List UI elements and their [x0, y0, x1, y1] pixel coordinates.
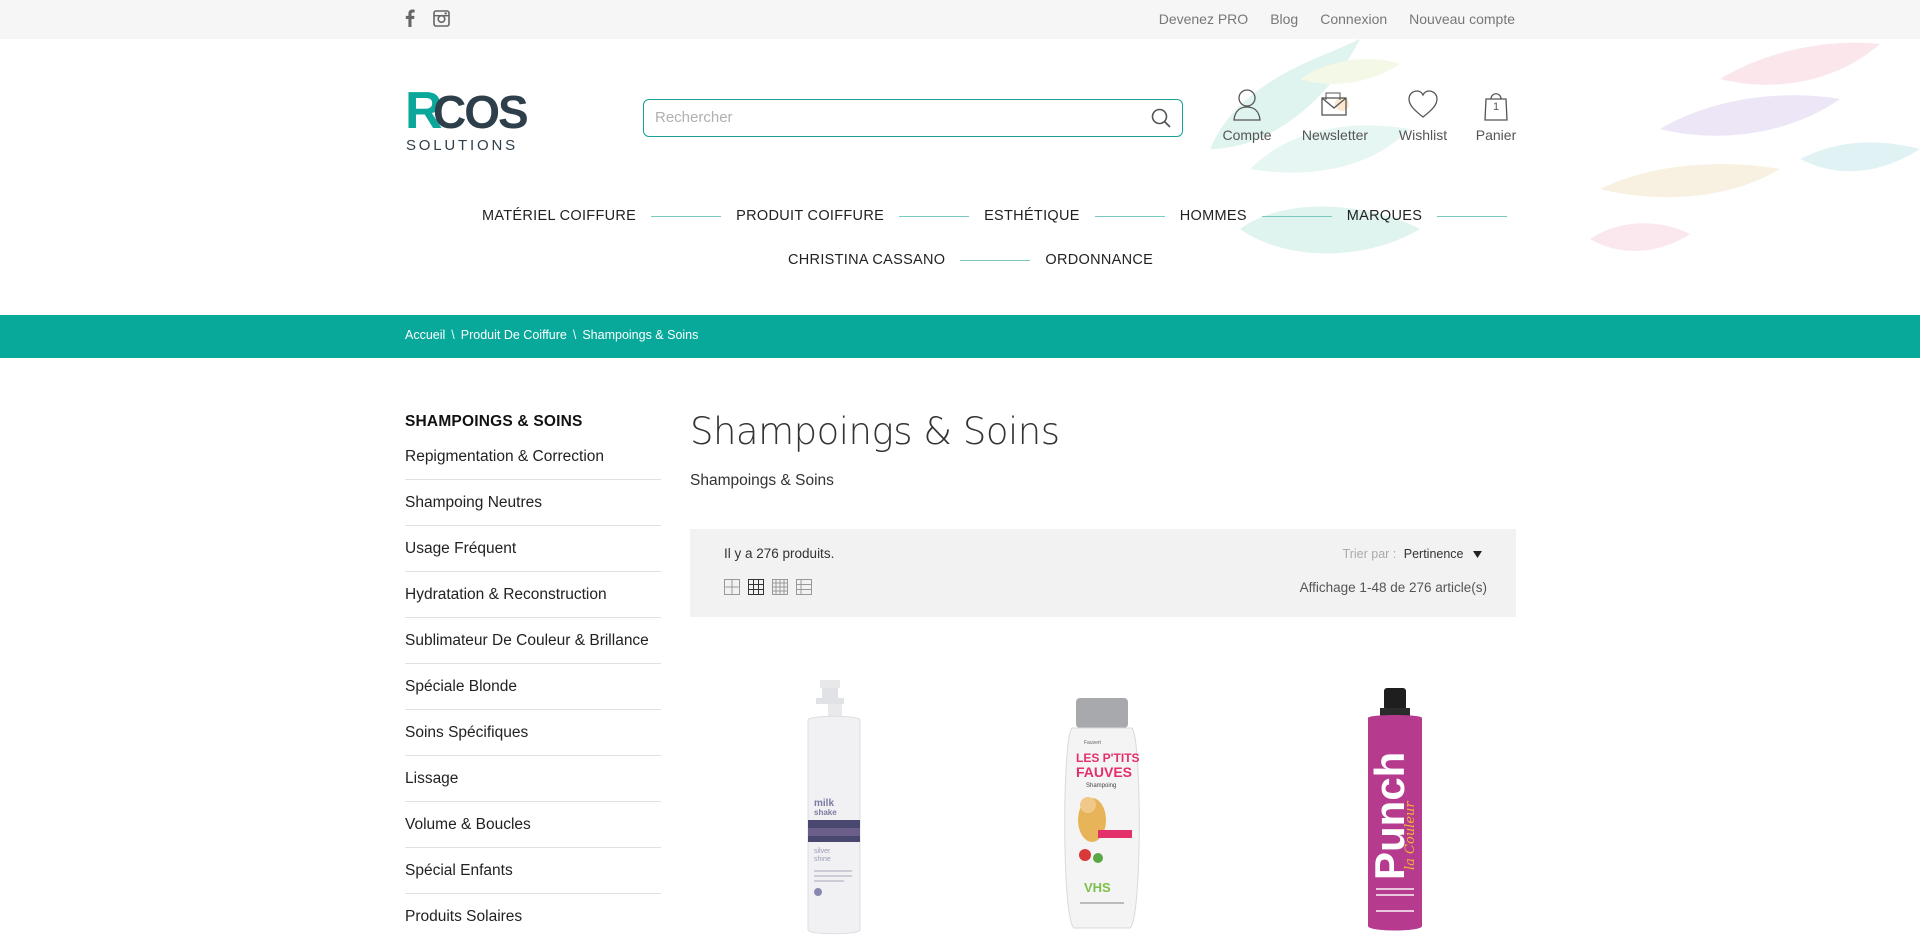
new-account-link[interactable]: Nouveau compte	[1409, 11, 1515, 27]
product-card[interactable]: Punch la Couleur	[1262, 680, 1512, 937]
list-view-icon[interactable]	[796, 579, 812, 595]
svg-text:LES P'TITS: LES P'TITS	[1076, 751, 1140, 765]
grid-view-switcher	[724, 579, 812, 595]
top-links: Devenez PRO Blog Connexion Nouveau compt…	[1159, 11, 1515, 27]
become-pro-link[interactable]: Devenez PRO	[1159, 11, 1248, 27]
nav-ordonnance[interactable]: ORDONNANCE	[1045, 252, 1153, 268]
search-box	[643, 99, 1183, 137]
product-grid: milk shake silver shine Fauvert LES P'TI…	[690, 680, 1516, 937]
wishlist-button[interactable]: Wishlist	[1396, 88, 1450, 143]
blog-link[interactable]: Blog	[1270, 11, 1298, 27]
nav-materiel-coiffure[interactable]: MATÉRIEL COIFFURE	[482, 208, 636, 224]
page-title: Shampoings & Soins	[690, 410, 1060, 453]
breadcrumb-separator: \	[572, 328, 577, 342]
pagination-summary: Affichage 1-48 de 276 article(s)	[1299, 580, 1487, 595]
heart-icon	[1396, 88, 1450, 122]
nav-divider	[960, 259, 1031, 261]
login-link[interactable]: Connexion	[1320, 11, 1387, 27]
account-button[interactable]: Compte	[1222, 88, 1272, 143]
product-card[interactable]: Fauvert LES P'TITS FAUVES Shampoing VHS	[980, 680, 1230, 937]
nav-divider	[899, 215, 970, 217]
social-links	[405, 9, 450, 32]
instagram-icon[interactable]	[433, 9, 450, 32]
grid-4-icon[interactable]	[772, 579, 788, 595]
sidebar-item-repigmentation[interactable]: Repigmentation & Correction	[405, 441, 661, 480]
bag-icon: 1	[1474, 88, 1518, 122]
svg-text:shake: shake	[814, 808, 837, 817]
svg-text:Fauvert: Fauvert	[1084, 740, 1102, 746]
product-count: Il y a 276 produits.	[724, 546, 835, 561]
nav-hommes[interactable]: HOMMES	[1180, 208, 1247, 224]
sidebar-item-lissage[interactable]: Lissage	[405, 756, 661, 802]
svg-text:la Couleur: la Couleur	[1403, 801, 1418, 870]
sidebar-item-hydratation[interactable]: Hydratation & Reconstruction	[405, 572, 661, 618]
cart-count-badge: 1	[1492, 101, 1500, 113]
category-description: Shampoings & Soins	[690, 472, 834, 489]
search-input[interactable]	[655, 100, 1125, 134]
sidebar-item-shampoing-neutres[interactable]: Shampoing Neutres	[405, 480, 661, 526]
product-card[interactable]: milk shake silver shine	[720, 680, 970, 937]
newsletter-button[interactable]: Newsletter	[1300, 88, 1370, 143]
svg-text:silver: silver	[814, 848, 831, 855]
category-sidebar: SHAMPOINGS & SOINS Repigmentation & Corr…	[405, 413, 661, 937]
subcategory-list: Repigmentation & Correction Shampoing Ne…	[405, 441, 661, 937]
product-image[interactable]: Punch la Couleur	[1262, 680, 1512, 937]
svg-text:SOLUTIONS: SOLUTIONS	[406, 137, 518, 154]
svg-text:FAUVES: FAUVES	[1076, 764, 1132, 780]
nav-christina-cassano[interactable]: CHRISTINA CASSANO	[788, 252, 945, 268]
nav-divider	[1094, 215, 1165, 217]
newsletter-label: Newsletter	[1301, 127, 1369, 143]
sort-label: Trier par :	[1342, 547, 1397, 561]
svg-text:Shampoing: Shampoing	[1086, 783, 1116, 789]
grid-3-icon[interactable]	[748, 579, 764, 595]
sidebar-item-produits-solaires[interactable]: Produits Solaires	[405, 894, 661, 937]
wishlist-label: Wishlist	[1398, 127, 1448, 143]
svg-text:COS: COS	[433, 86, 527, 138]
sidebar-item-special-enfants[interactable]: Spécial Enfants	[405, 848, 661, 894]
product-image[interactable]: Fauvert LES P'TITS FAUVES Shampoing VHS	[980, 680, 1230, 937]
grid-2-icon[interactable]	[724, 579, 740, 595]
breadcrumb-current[interactable]: Shampoings & Soins	[582, 328, 698, 342]
search-icon[interactable]	[1150, 107, 1172, 129]
sidebar-item-volume-boucles[interactable]: Volume & Boucles	[405, 802, 661, 848]
site-logo[interactable]: R COS SOLUTIONS	[405, 80, 535, 155]
svg-text:shine: shine	[814, 856, 831, 863]
product-image[interactable]: milk shake silver shine	[720, 680, 970, 937]
svg-text:VHS: VHS	[1084, 880, 1111, 895]
envelope-icon	[1300, 88, 1370, 122]
nav-marques[interactable]: MARQUES	[1347, 208, 1422, 224]
account-label: Compte	[1222, 127, 1272, 143]
breadcrumb-home[interactable]: Accueil	[405, 328, 445, 342]
products-toolbar: Il y a 276 produits. Trier par : Pertine…	[690, 529, 1516, 617]
nav-divider	[1261, 215, 1332, 217]
nav-divider	[651, 215, 722, 217]
breadcrumb-bar: Accueil \ Produit De Coiffure \ Shampoin…	[0, 315, 1920, 358]
caret-down-icon[interactable]	[1473, 547, 1482, 561]
cart-label: Panier	[1475, 127, 1517, 143]
breadcrumb-produit-de-coiffure[interactable]: Produit De Coiffure	[461, 328, 567, 342]
user-icon	[1222, 88, 1272, 122]
facebook-icon[interactable]	[405, 9, 415, 32]
decorative-leaves	[1180, 39, 1920, 279]
category-content: Shampoings & Soins Shampoings & Soins Il…	[690, 410, 1516, 935]
top-bar: Devenez PRO Blog Connexion Nouveau compt…	[0, 0, 1920, 39]
sidebar-item-sublimateur[interactable]: Sublimateur De Couleur & Brillance	[405, 618, 661, 664]
breadcrumb-separator: \	[451, 328, 455, 342]
cart-button[interactable]: 1 Panier	[1474, 88, 1518, 143]
sidebar-title: SHAMPOINGS & SOINS	[405, 413, 583, 430]
sort-select[interactable]: Pertinence	[1404, 547, 1464, 561]
nav-divider	[1437, 215, 1508, 217]
sort-by[interactable]: Trier par : Pertinence	[1343, 547, 1482, 561]
breadcrumb: Accueil \ Produit De Coiffure \ Shampoin…	[405, 328, 698, 342]
sidebar-item-usage-frequent[interactable]: Usage Fréquent	[405, 526, 661, 572]
sidebar-item-soins-specifiques[interactable]: Soins Spécifiques	[405, 710, 661, 756]
nav-produit-coiffure[interactable]: PRODUIT COIFFURE	[736, 208, 884, 224]
sidebar-item-speciale-blonde[interactable]: Spéciale Blonde	[405, 664, 661, 710]
nav-esthetique[interactable]: ESTHÉTIQUE	[984, 208, 1080, 224]
